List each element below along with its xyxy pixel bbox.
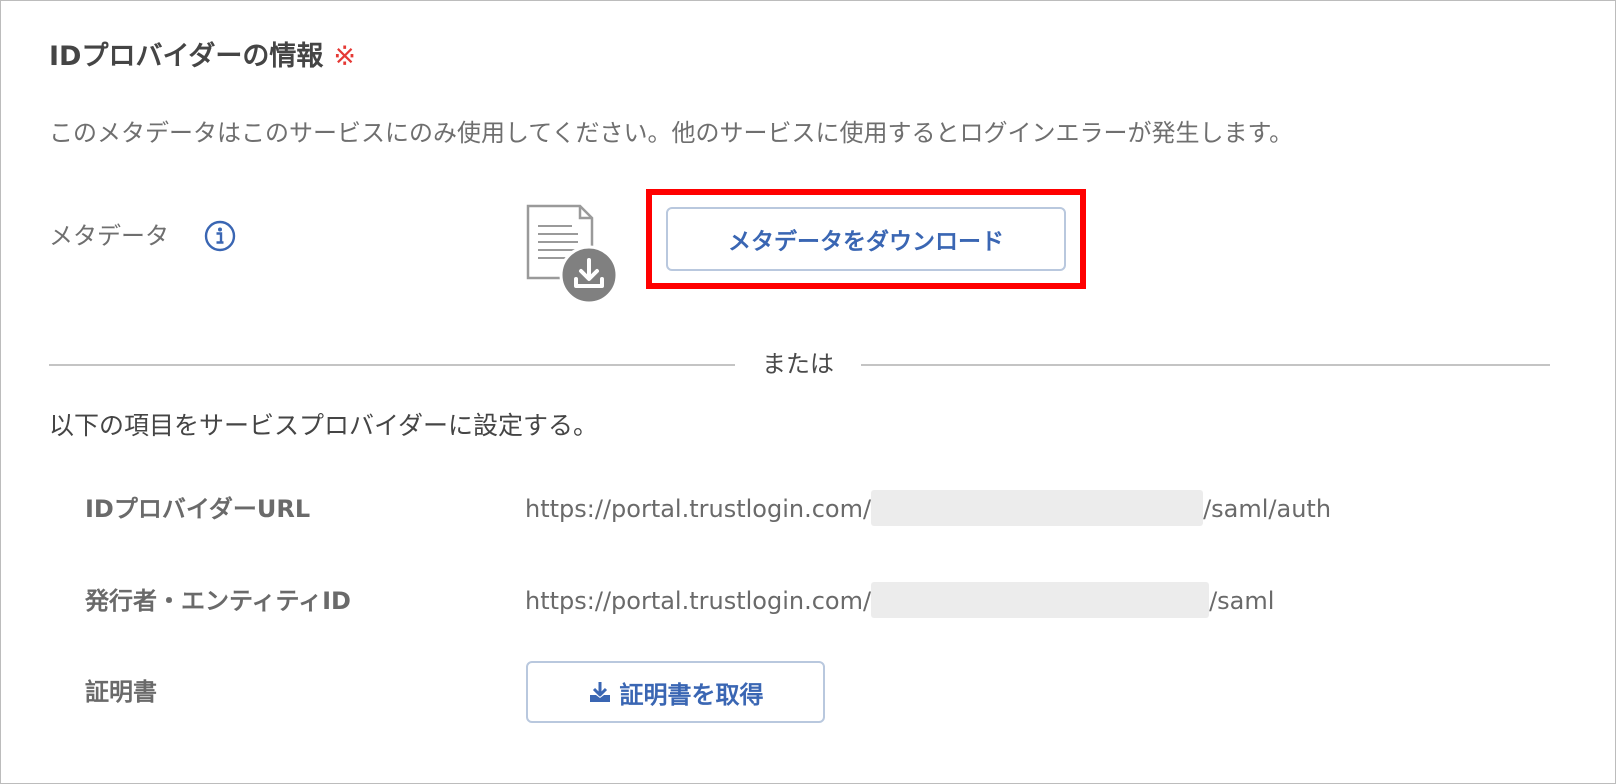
- download-metadata-button[interactable]: メタデータをダウンロード: [666, 207, 1066, 271]
- metadata-usage-note: このメタデータはこのサービスにのみ使用してください。他のサービスに使用するとログ…: [49, 119, 1294, 147]
- idp-url-prefix: https://portal.trustlogin.com/: [525, 495, 872, 523]
- section-title-text: IDプロバイダーの情報: [49, 41, 324, 72]
- required-mark: ※: [333, 41, 357, 72]
- manual-setup-instruction: 以下の項目をサービスプロバイダーに設定する。: [49, 411, 599, 440]
- entity-id-label: 発行者・エンティティID: [85, 587, 351, 615]
- info-circle-icon[interactable]: [204, 220, 236, 252]
- idp-url-value: https://portal.trustlogin.com/ /saml/auth: [525, 489, 1331, 529]
- redacted-tenant-id: [871, 490, 1204, 526]
- get-certificate-label: 証明書を取得: [619, 680, 764, 709]
- metadata-label: メタデータ: [49, 222, 169, 250]
- document-download-icon: [526, 204, 619, 305]
- idp-info-panel: IDプロバイダーの情報 ※ このメタデータはこのサービスにのみ使用してください。他…: [0, 0, 1616, 784]
- section-title: IDプロバイダーの情報 ※: [49, 37, 356, 77]
- divider-left: [49, 364, 735, 366]
- idp-url-label: IDプロバイダーURL: [85, 495, 311, 523]
- idp-url-suffix: /saml/auth: [1203, 495, 1332, 523]
- certificate-label: 証明書: [85, 678, 157, 706]
- download-tray-icon: [589, 682, 610, 702]
- get-certificate-button[interactable]: 証明書を取得: [526, 661, 825, 723]
- entity-id-prefix: https://portal.trustlogin.com/: [525, 587, 872, 615]
- redacted-tenant-id: [871, 582, 1210, 618]
- entity-id-value: https://portal.trustlogin.com/ /saml: [525, 581, 1274, 621]
- or-divider-text: または: [762, 350, 834, 378]
- entity-id-suffix: /saml: [1209, 587, 1275, 615]
- divider-right: [861, 364, 1550, 366]
